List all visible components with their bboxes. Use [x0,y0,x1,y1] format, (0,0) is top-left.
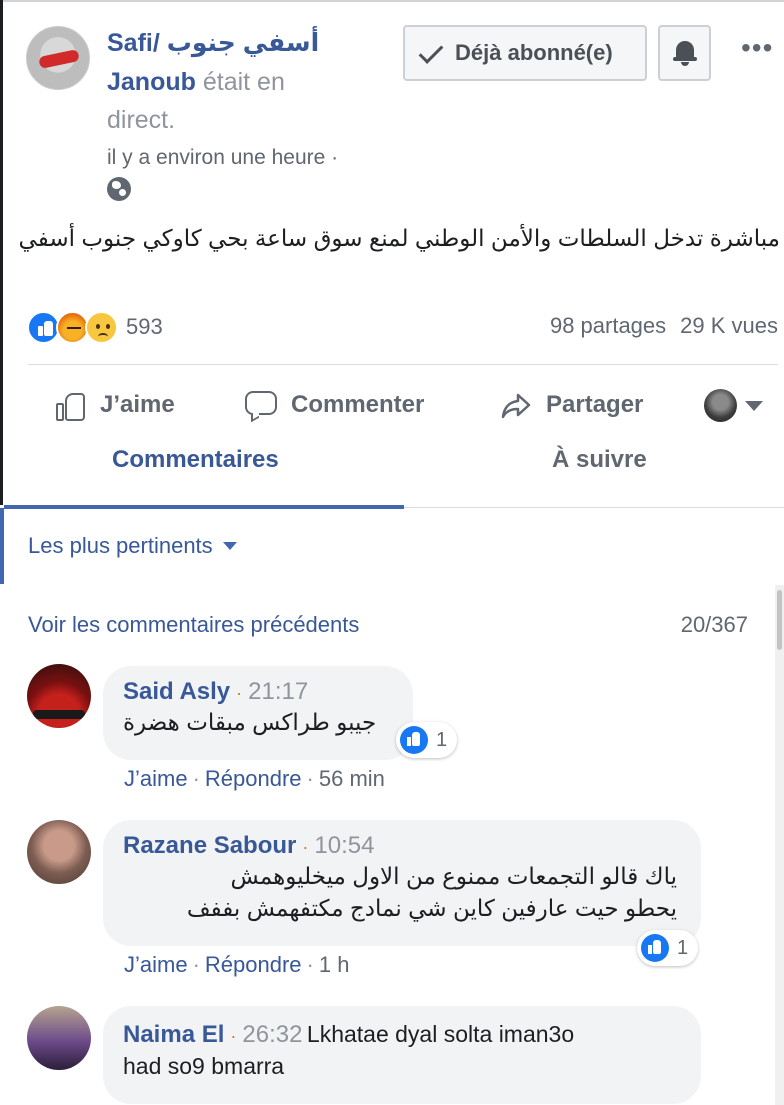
page-avatar[interactable] [26,26,90,90]
post-text: مباشرة تدخل السلطات والأمن الوطني لمنع س… [18,225,780,251]
share-button-label: Partager [546,391,644,418]
chevron-down-icon[interactable] [745,401,763,411]
post-timestamp[interactable]: il y a environ une heure · [107,146,338,170]
comment-text: ياك قالو التجمعات ممنوع من الاول ميخليوه… [230,863,677,889]
comment-icon [243,387,279,423]
separator-dot: · [236,683,243,703]
post-stats: 98 partages 29 K vues [550,313,778,339]
like-button-label: J’aime [100,391,175,418]
left-accent-border [0,508,4,584]
comment-bubble: Razane Sabour · 10:54 ياك قالو التجمعات مم… [103,820,701,946]
reactions-count: 593 [126,314,163,339]
separator-dot: · [306,766,314,791]
more-options-icon[interactable]: ••• [741,34,773,62]
globe-icon[interactable] [107,177,131,201]
comment-reply-link[interactable]: Répondre [205,952,302,977]
comment-like-count: 1 [436,728,448,751]
subscribed-button[interactable]: Déjà abonné(e) [403,25,647,81]
comment-text: يحطو حيت عارفين كاين شي نمادج مكتفهمش بف… [186,895,677,921]
caret-down-icon [222,542,237,550]
comment-age[interactable]: 1 h [319,952,350,977]
comment-author[interactable]: Naima El [123,1021,224,1048]
page-logo-stripe [38,48,80,70]
tab-follow[interactable]: À suivre [552,446,647,474]
avatar[interactable] [27,1006,91,1070]
shares-count[interactable]: 98 partages [550,313,666,338]
page-name-continued[interactable]: Janoub [107,68,196,96]
comment-time: 21:17 [248,678,309,705]
scrollbar-thumb[interactable] [777,590,782,650]
comment-time: 26:32 [242,1021,303,1048]
comment-text: Lkhatae dyal solta iman3o [306,1021,575,1047]
views-count: 29 K vues [680,313,778,338]
comment-bubble: Naima El · 26:32 Lkhatae dyal solta iman3o… [103,1006,701,1104]
check-icon [417,38,447,68]
comment-author[interactable]: Razane Sabour [123,832,296,859]
like-button[interactable]: J’aime [52,385,175,425]
live-status-text: était en [195,68,285,96]
live-status-text-end: direct. [107,106,176,134]
active-tab-indicator [4,505,404,509]
comment-reactions-badge[interactable]: 1 [396,722,458,758]
avatar[interactable] [27,664,91,728]
tab-comments[interactable]: Commentaires [112,446,279,474]
like-reaction-icon [400,726,428,754]
comment-button[interactable]: Commenter [243,385,424,425]
share-icon [498,387,534,423]
viewer-avatar[interactable] [704,389,737,422]
comment-text: had so9 bmarra [123,1053,285,1079]
previous-comments-link[interactable]: Voir les commentaires précédents [28,612,359,638]
comment-like-link[interactable]: J’aime [124,766,188,791]
notifications-button[interactable] [658,25,711,81]
separator-dot: · [192,952,200,977]
comment-age[interactable]: 56 min [319,766,385,791]
avatar[interactable] [27,820,91,884]
comment-reactions-badge[interactable]: 1 [637,930,699,966]
like-reaction-icon [641,934,669,962]
separator-dot: · [230,1026,237,1046]
comment-like-link[interactable]: J’aime [124,952,188,977]
sort-label: Les plus pertinents [28,533,213,558]
comments-count: 20/367 [680,612,748,637]
thumbs-up-icon [52,387,88,423]
comment-reply-link[interactable]: Répondre [205,766,302,791]
page-status-line: Janoub était en [107,68,285,97]
page-name[interactable]: Safi/ أسفي جنوب [107,28,319,58]
separator-dot: · [192,766,200,791]
subscribed-label: Déjà abonné(e) [455,40,613,65]
comment-button-label: Commenter [291,391,425,418]
comment-bubble: Said Asly · 21:17 جيبو طراكس مبقات هضرة [103,666,413,760]
top-border [0,0,784,2]
comment-author[interactable]: Said Asly [123,678,230,705]
comment-like-count: 1 [677,936,689,959]
sad-reaction-icon [85,310,118,344]
comment-text: جيبو طراكس مبقات هضرة [123,709,377,735]
bell-icon [673,39,697,66]
comment-sort-dropdown[interactable]: Les plus pertinents [28,533,237,559]
left-border [0,0,3,505]
comment-actions: J’aime · Répondre · 56 min [124,766,385,792]
reactions-summary[interactable]: 593 [27,310,163,344]
comment-actions: J’aime · Répondre · 1 h [124,952,349,978]
share-button[interactable]: Partager [498,385,643,425]
separator-dot: · [302,837,309,857]
comment-time: 10:54 [314,832,375,859]
scrollbar[interactable] [775,585,784,1105]
separator-dot: · [306,952,314,977]
divider [28,364,778,365]
